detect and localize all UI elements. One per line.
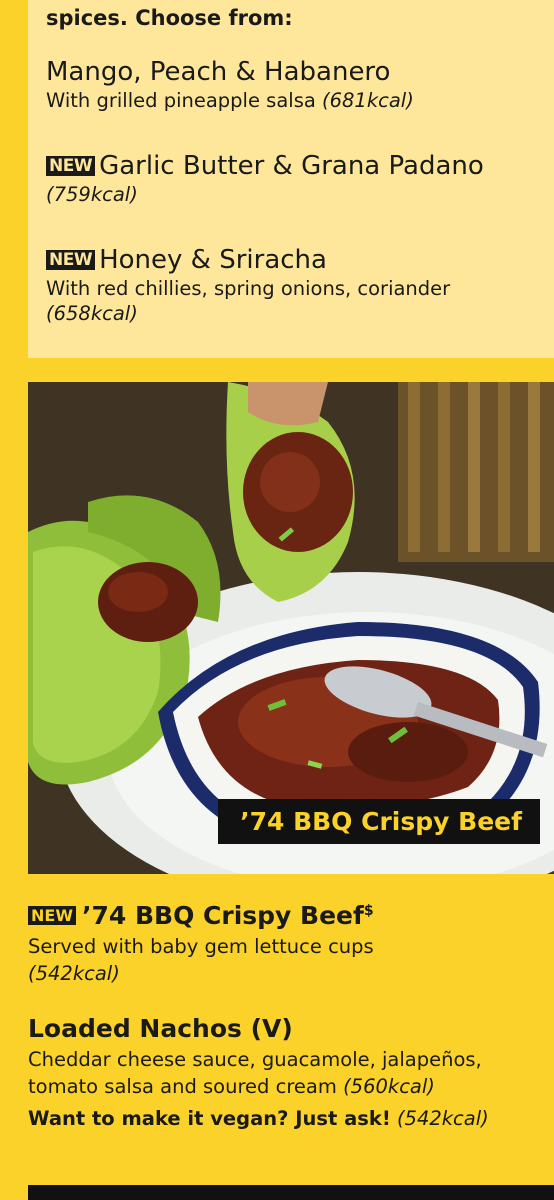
bbq-beef-photo: ’74 BBQ Crispy Beef: [28, 382, 554, 874]
menu-item-desc: Served with baby gem lettuce cups: [28, 935, 374, 958]
menu-item-kcal: (560kcal): [343, 1075, 435, 1098]
flavour-kcal: (658kcal): [46, 302, 138, 325]
next-section-banner: [28, 1185, 554, 1200]
flavour-options-box: spices. Choose from: Mango, Peach & Haba…: [28, 0, 554, 358]
menu-item-desc-text: tomato salsa and soured cream: [28, 1075, 344, 1098]
menu-item-bbq-beef: NEW ’74 BBQ Crispy Beef$ Served with baby…: [28, 896, 554, 987]
flavour-item-honey: NEW Honey & Sriracha With red chillies, s…: [46, 244, 554, 326]
flavour-name: Garlic Butter & Grana Padano: [99, 151, 484, 181]
new-badge: NEW: [46, 250, 96, 270]
flavour-kcal: (759kcal): [46, 183, 138, 206]
menu-item-name: ’74 BBQ Crispy Beef: [81, 901, 364, 930]
flavour-item-mango: Mango, Peach & Habanero With grilled pin…: [46, 56, 554, 113]
flavour-desc: With red chillies, spring onions, corian…: [46, 277, 451, 300]
vegan-option: Want to make it vegan? Just ask! (542kca…: [28, 1106, 554, 1132]
menu-item-desc-line2: tomato salsa and soured cream (560kcal): [28, 1073, 554, 1100]
menu-item-name: Loaded Nachos (V): [28, 1014, 293, 1043]
menu-item-desc-line1: Cheddar cheese sauce, guacamole, jalapeñ…: [28, 1048, 482, 1071]
vegan-prompt: Want to make it vegan? Just ask!: [28, 1107, 391, 1130]
menu-item-title-row: NEW ’74 BBQ Crispy Beef$: [28, 896, 554, 931]
flavour-desc: With grilled pineapple salsa (681kcal): [46, 88, 554, 113]
price-marker: $: [363, 903, 374, 919]
flavour-intro: spices. Choose from:: [46, 6, 293, 30]
flavour-name-row: NEW Honey & Sriracha: [46, 244, 554, 276]
photo-caption: ’74 BBQ Crispy Beef: [218, 799, 540, 844]
flavour-name-row: NEW Garlic Butter & Grana Padano: [46, 150, 554, 182]
menu-item-loaded-nachos: Loaded Nachos (V) Cheddar cheese sauce, …: [28, 1014, 554, 1132]
flavour-desc-kcal-row: (658kcal): [46, 301, 554, 326]
vegan-kcal: (542kcal): [396, 1107, 489, 1130]
new-badge: NEW: [28, 906, 76, 925]
flavour-kcal: (681kcal): [322, 89, 414, 112]
menu-item-kcal: (542kcal): [28, 962, 120, 985]
flavour-desc: (759kcal): [46, 182, 554, 207]
flavour-desc-text: With grilled pineapple salsa: [46, 89, 322, 112]
flavour-name: Mango, Peach & Habanero: [46, 57, 391, 87]
new-badge: NEW: [46, 156, 96, 176]
flavour-item-garlic: NEW Garlic Butter & Grana Padano (759kcal…: [46, 150, 554, 207]
flavour-name: Honey & Sriracha: [99, 245, 327, 275]
